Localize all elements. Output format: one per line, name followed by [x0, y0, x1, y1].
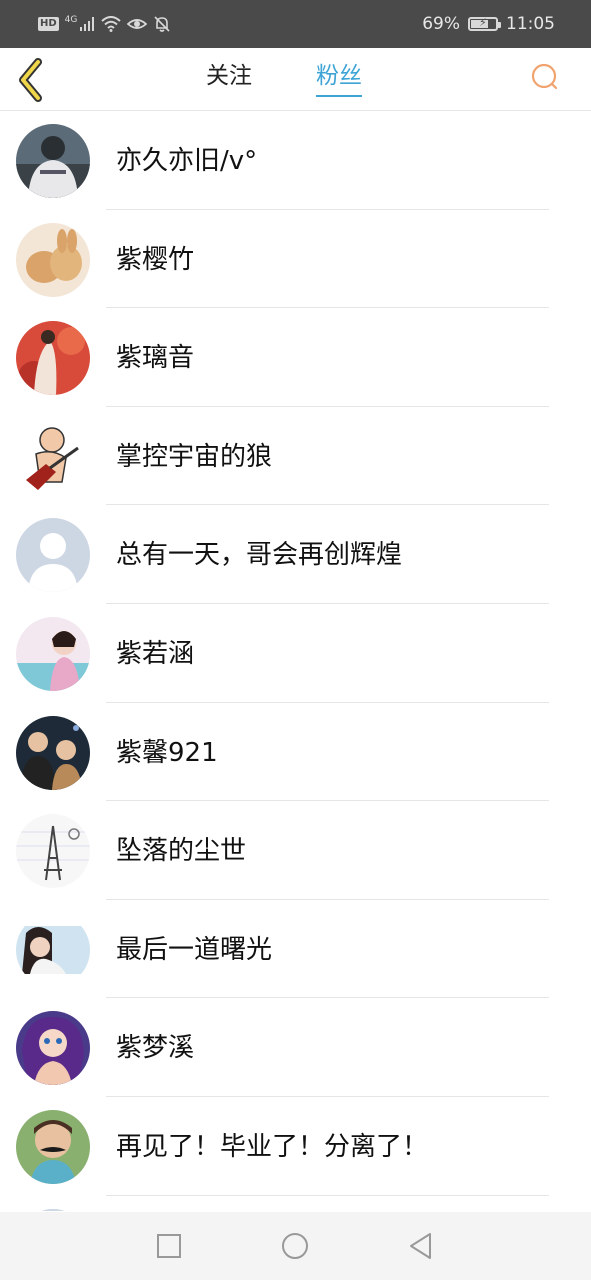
- fan-name: 亦久亦旧/v°: [116, 146, 258, 176]
- eye-comfort-icon: [127, 19, 148, 29]
- chevron-left-icon: [19, 58, 42, 102]
- signal-icon: [80, 17, 95, 31]
- fan-row[interactable]: 总有一天，哥会再创辉煌: [0, 505, 591, 604]
- mute-bell-icon: [154, 16, 170, 32]
- search-icon: [531, 63, 558, 90]
- hd-icon: HD: [38, 17, 59, 31]
- avatar: [16, 715, 90, 790]
- fan-name: 紫若涵: [116, 638, 195, 669]
- status-bar: HD 4G 69% ⚡ 11:05: [0, 0, 591, 48]
- tab-fans[interactable]: 粉丝: [316, 61, 362, 97]
- avatar: [16, 1109, 90, 1184]
- fan-row[interactable]: 坠落的尘世: [0, 801, 591, 900]
- home-button[interactable]: [279, 1230, 311, 1262]
- back-nav-button[interactable]: [405, 1230, 437, 1262]
- avatar: [16, 518, 90, 593]
- fan-row[interactable]: 紫梦溪: [0, 998, 591, 1097]
- battery-percent: 69%: [422, 14, 460, 34]
- avatar: [16, 814, 90, 889]
- home-circle-icon: [282, 1233, 308, 1259]
- avatar: [16, 1011, 90, 1086]
- back-triangle-icon: [410, 1233, 431, 1259]
- recents-button[interactable]: [153, 1230, 185, 1262]
- active-tab-indicator: [316, 95, 362, 97]
- fan-name: 掌控宇宙的狼: [116, 441, 273, 472]
- status-icons-right: 69% ⚡ 11:05: [422, 13, 555, 35]
- avatar: [16, 321, 90, 396]
- fan-row[interactable]: 紫璃音: [0, 308, 591, 407]
- avatar: [16, 616, 90, 691]
- tab-follow[interactable]: 关注: [206, 61, 252, 97]
- fan-name: 紫梦溪: [116, 1033, 195, 1064]
- fans-list: 亦久亦旧/v° 紫樱竹 紫璃音 掌控宇宙的狼 总有一天，哥会再创辉煌 紫若涵 紫…: [0, 111, 591, 1211]
- avatar: [16, 222, 90, 297]
- fan-row[interactable]: [0, 1196, 591, 1211]
- fan-name: 紫璃音: [116, 343, 195, 374]
- top-bar: 关注 粉丝: [0, 48, 591, 111]
- fan-name: 坠落的尘世: [116, 836, 247, 867]
- status-icons-left: HD 4G: [38, 13, 171, 35]
- fan-row[interactable]: 再见了！毕业了！分离了！: [0, 1097, 591, 1196]
- tab-fans-label: 粉丝: [316, 63, 362, 89]
- fan-row[interactable]: 紫若涵: [0, 604, 591, 703]
- avatar: [16, 419, 90, 494]
- fan-row[interactable]: 紫馨921: [0, 703, 591, 802]
- clock: 11:05: [506, 14, 555, 34]
- avatar: [16, 124, 90, 198]
- fan-name: 紫樱竹: [116, 244, 195, 275]
- wifi-icon: [101, 16, 122, 32]
- charging-bolt-icon: ⚡: [479, 16, 487, 29]
- fan-name: 再见了！毕业了！分离了！: [116, 1131, 429, 1162]
- fan-row[interactable]: 紫樱竹: [0, 210, 591, 309]
- system-nav-bar: [0, 1212, 591, 1280]
- search-button[interactable]: [529, 61, 561, 93]
- fan-name: 紫馨921: [116, 737, 218, 768]
- avatar: [16, 912, 90, 987]
- fan-row[interactable]: 亦久亦旧/v°: [0, 111, 591, 210]
- recents-square-icon: [157, 1234, 181, 1258]
- network-type-label: 4G: [64, 15, 78, 25]
- back-button[interactable]: [12, 54, 52, 102]
- fan-name: 总有一天，哥会再创辉煌: [116, 540, 403, 571]
- fan-name: 最后一道曙光: [116, 934, 273, 965]
- battery-icon: ⚡: [468, 16, 501, 31]
- fan-row[interactable]: 掌控宇宙的狼: [0, 407, 591, 506]
- fan-row[interactable]: 最后一道曙光: [0, 900, 591, 999]
- avatar: [16, 1208, 90, 1211]
